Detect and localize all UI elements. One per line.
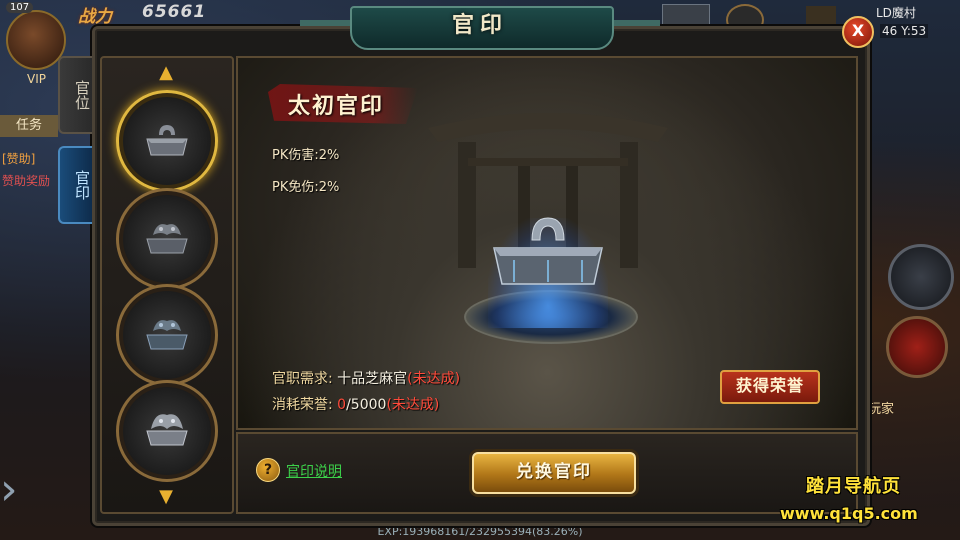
player-avatar[interactable] — [6, 10, 66, 70]
honor-cost-current: 0 — [337, 397, 347, 413]
task-tab[interactable]: 任务 — [0, 115, 58, 137]
expand-left-arrow-icon[interactable]: › — [0, 460, 34, 520]
dialog-title-plate: 官印 — [300, 6, 660, 52]
exp-bar: EXP:193968161/232955394(83.26%) — [377, 525, 583, 538]
seal-item-1[interactable] — [116, 90, 218, 192]
tab-official-rank[interactable]: 官位 — [58, 56, 92, 134]
tab-official-seal-label: 官印 — [73, 170, 91, 200]
power-value: 65661 — [142, 2, 207, 22]
sponsor-reward-tag[interactable]: 赞助奖励 — [2, 172, 50, 189]
map-coords: 46 Y:53 — [880, 24, 929, 38]
rank-requirement: 官职需求: 十品芝麻官(未达成) — [272, 368, 460, 388]
dialog-bottom-bar: ? 官印说明 兑换官印 — [236, 432, 858, 514]
seal-item-4[interactable] — [116, 380, 218, 482]
stat-pk-reduction: PK免伤:2% — [272, 180, 340, 195]
honor-cost: 消耗荣誉: 0/5000(未达成) — [272, 394, 439, 414]
hud-menu-icon[interactable] — [806, 6, 836, 26]
seal-icon-dragon-silver — [146, 414, 188, 446]
stat-pk-damage: PK伤害:2% — [272, 148, 340, 163]
skill-button-attack[interactable] — [888, 244, 954, 310]
rank-requirement-value: 十品芝麻官 — [337, 371, 408, 387]
seal-title: 太初官印 — [288, 94, 385, 119]
get-honor-button[interactable]: 获得荣誉 — [720, 370, 820, 404]
seal-icon-dragon — [146, 224, 188, 254]
sponsor-tag[interactable]: [赞助] — [2, 150, 35, 167]
honor-cost-label: 消耗荣誉: — [272, 397, 333, 413]
map-name: LD魔村 — [876, 6, 916, 20]
seal-item-3[interactable] — [116, 284, 218, 386]
help-icon[interactable]: ? — [256, 458, 280, 482]
player-level: 107 — [6, 2, 34, 13]
player-toggle-label[interactable]: 玩家 — [868, 398, 894, 417]
scroll-up-icon[interactable]: ▲ — [148, 64, 184, 82]
close-button[interactable]: X — [842, 16, 874, 48]
rank-requirement-label: 官职需求: — [272, 371, 333, 387]
honor-cost-total: /5000 — [346, 397, 387, 413]
tab-official-seal[interactable]: 官印 — [58, 146, 92, 224]
honor-cost-status: (未达成) — [386, 397, 440, 413]
seal-preview-icon — [493, 217, 603, 285]
skill-button-fire[interactable] — [886, 316, 948, 378]
seal-icon-dragon-blue — [146, 320, 188, 350]
scroll-down-icon[interactable]: ▼ — [148, 488, 184, 506]
vip-badge[interactable]: VIP — [27, 72, 46, 86]
seal-list[interactable]: ▲ ▼ — [100, 56, 234, 514]
watermark-title: 踏月导航页 — [806, 476, 901, 497]
exchange-seal-button[interactable]: 兑换官印 — [472, 452, 636, 494]
seal-help-link[interactable]: 官印说明 — [286, 461, 342, 481]
dialog-title: 官印 — [451, 13, 508, 38]
seal-detail-panel: 太初官印 PK伤害:2% PK免伤:2% 官职需求: 十品芝麻官(未达成) 消耗… — [236, 56, 858, 430]
watermark-url: www.q1q5.com — [780, 504, 918, 523]
power-label: 战力 — [78, 7, 112, 27]
tab-official-rank-label: 官位 — [73, 80, 91, 110]
rank-requirement-status: (未达成) — [407, 371, 461, 387]
seal-icon-plain — [146, 125, 188, 156]
seal-item-2[interactable] — [116, 188, 218, 290]
